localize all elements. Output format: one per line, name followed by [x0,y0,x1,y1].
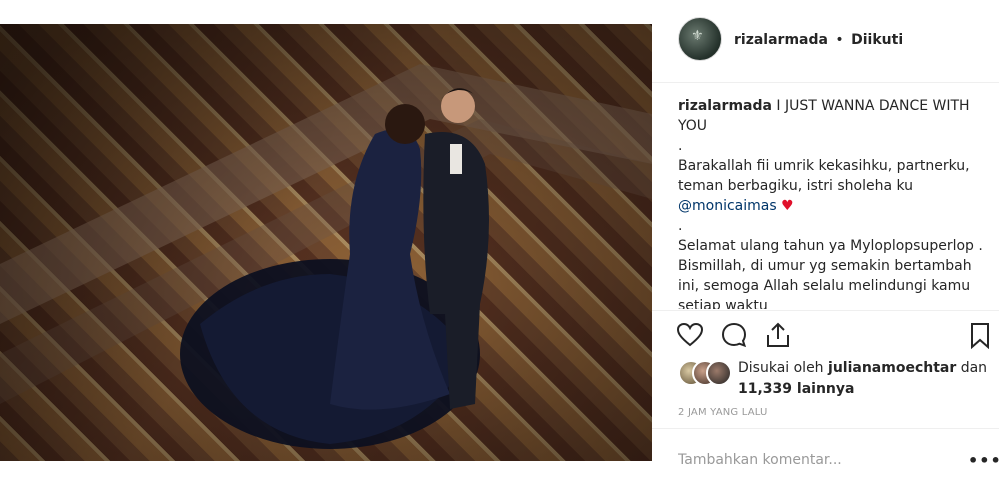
header-text: rizalarmada • Diikuti [734,32,903,48]
comment-box: ••• [652,428,999,486]
liker-username[interactable]: julianamoechtar [828,360,956,376]
share-arrow-icon[interactable] [764,321,792,349]
photo-area [0,0,652,485]
photo-bottom-border [0,461,652,485]
heart-outline-icon[interactable] [676,321,704,349]
photo-scene [0,24,652,461]
bookmark-icon[interactable] [966,321,994,350]
post-timestamp[interactable]: 2 JAM YANG LALU [678,407,768,418]
speech-bubble-icon[interactable] [720,321,748,349]
likes-section: Disukai oleh julianamoechtar dan 11,339 … [678,358,988,402]
more-options-icon[interactable]: ••• [968,451,999,470]
caption-username[interactable]: rizalarmada [678,98,772,114]
likes-prefix: Disukai oleh [738,360,824,376]
caption-first-line: rizalarmada I JUST WANNA DANCE WITH YOU [678,96,983,136]
likes-joiner: dan [960,360,988,376]
caption-line2: Barakallah fii umrik kekasihku, partnerk… [678,156,983,216]
red-heart-icon: ♥ [781,198,794,214]
post-caption: rizalarmada I JUST WANNA DANCE WITH YOU … [678,96,983,309]
caption-dot1: . [678,138,683,154]
caption-line2-text: Barakallah fii umrik kekasihku, partnerk… [678,158,970,194]
avatar-figure-icon: ⚜ [691,28,704,44]
profile-avatar[interactable]: ⚜ [678,17,722,61]
liker-avatar[interactable] [706,360,732,386]
likes-count[interactable]: 11,339 lainnya [738,381,854,397]
header-username[interactable]: rizalarmada [734,32,828,48]
comment-input[interactable] [678,449,948,471]
follow-status[interactable]: Diikuti [851,32,903,48]
liker-avatars [678,360,738,386]
caption-line3: Selamat ulang tahun ya Myloplopsuperlop … [678,238,983,309]
action-bar [652,310,999,361]
header-separator: • [835,32,844,48]
post-sidebar: ⚜ rizalarmada • Diikuti rizalarmada I JU… [652,0,999,485]
mention-link[interactable]: @monicaimas [678,198,777,214]
caption-dot2: . [678,218,683,234]
post-photo[interactable] [0,24,652,461]
post-header: ⚜ rizalarmada • Diikuti [652,0,999,83]
likes-text: Disukai oleh julianamoechtar dan 11,339 … [738,358,988,400]
